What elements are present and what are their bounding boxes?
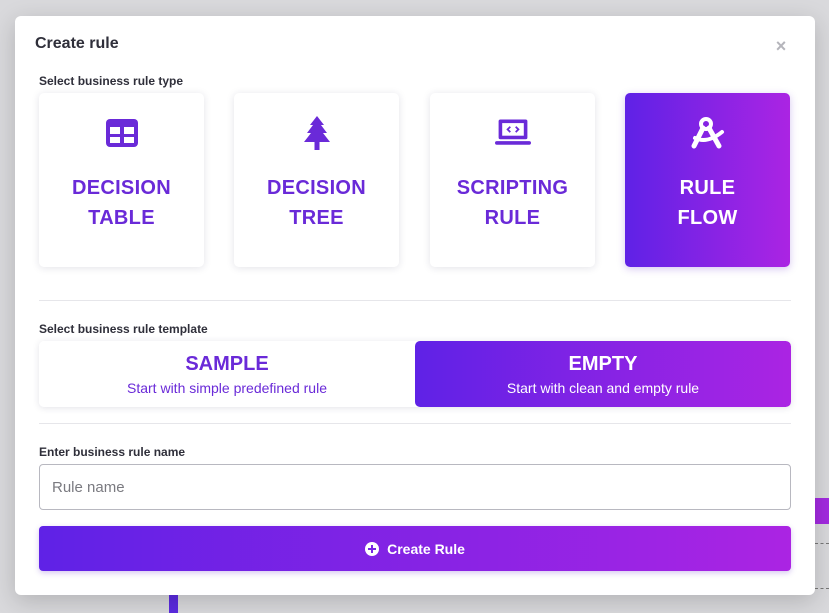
- card-label: SCRIPTING RULE: [456, 177, 569, 229]
- rule-type-label: Select business rule type: [39, 74, 184, 88]
- rule-template-label: Select business rule template: [39, 322, 208, 336]
- card-label: RULE FLOW: [677, 177, 738, 229]
- template-description: Start with simple predefined rule: [127, 380, 327, 396]
- rule-name-label: Enter business rule name: [39, 445, 186, 459]
- section-divider: [39, 300, 791, 301]
- rule-type-rule-flow[interactable]: RULE FLOW: [625, 93, 790, 267]
- plus-circle-icon: [365, 541, 380, 556]
- template-title: EMPTY: [568, 353, 638, 375]
- close-icon[interactable]: ×: [773, 37, 789, 55]
- template-title: SAMPLE: [185, 353, 269, 375]
- create-rule-button[interactable]: Create Rule: [39, 526, 791, 571]
- laptop-code-icon: [494, 115, 531, 151]
- rule-name-input[interactable]: [39, 464, 791, 510]
- rule-type-decision-table[interactable]: DECISION TABLE: [39, 93, 204, 267]
- rule-type-decision-tree[interactable]: DECISION TREE: [234, 93, 399, 267]
- drafting-compass-icon: [690, 115, 726, 151]
- create-rule-label: Create Rule: [387, 540, 465, 557]
- rule-type-scripting-rule[interactable]: SCRIPTING RULE: [430, 93, 595, 267]
- section-divider: [39, 423, 791, 424]
- tree-icon: [299, 115, 335, 151]
- table-icon: [104, 115, 140, 151]
- background-dashed-line: [815, 588, 829, 589]
- background-dashed-line: [815, 543, 829, 544]
- rule-template-selector: SAMPLE Start with simple predefined rule…: [39, 341, 791, 407]
- template-description: Start with clean and empty rule: [506, 380, 700, 396]
- card-label: DECISION TREE: [266, 177, 367, 229]
- template-option-sample[interactable]: SAMPLE Start with simple predefined rule: [39, 341, 415, 407]
- create-rule-modal: Create rule × Select business rule type …: [15, 16, 815, 595]
- modal-title: Create rule: [35, 35, 119, 52]
- card-label: DECISION TABLE: [71, 177, 172, 229]
- template-option-empty[interactable]: EMPTY Start with clean and empty rule: [415, 341, 791, 407]
